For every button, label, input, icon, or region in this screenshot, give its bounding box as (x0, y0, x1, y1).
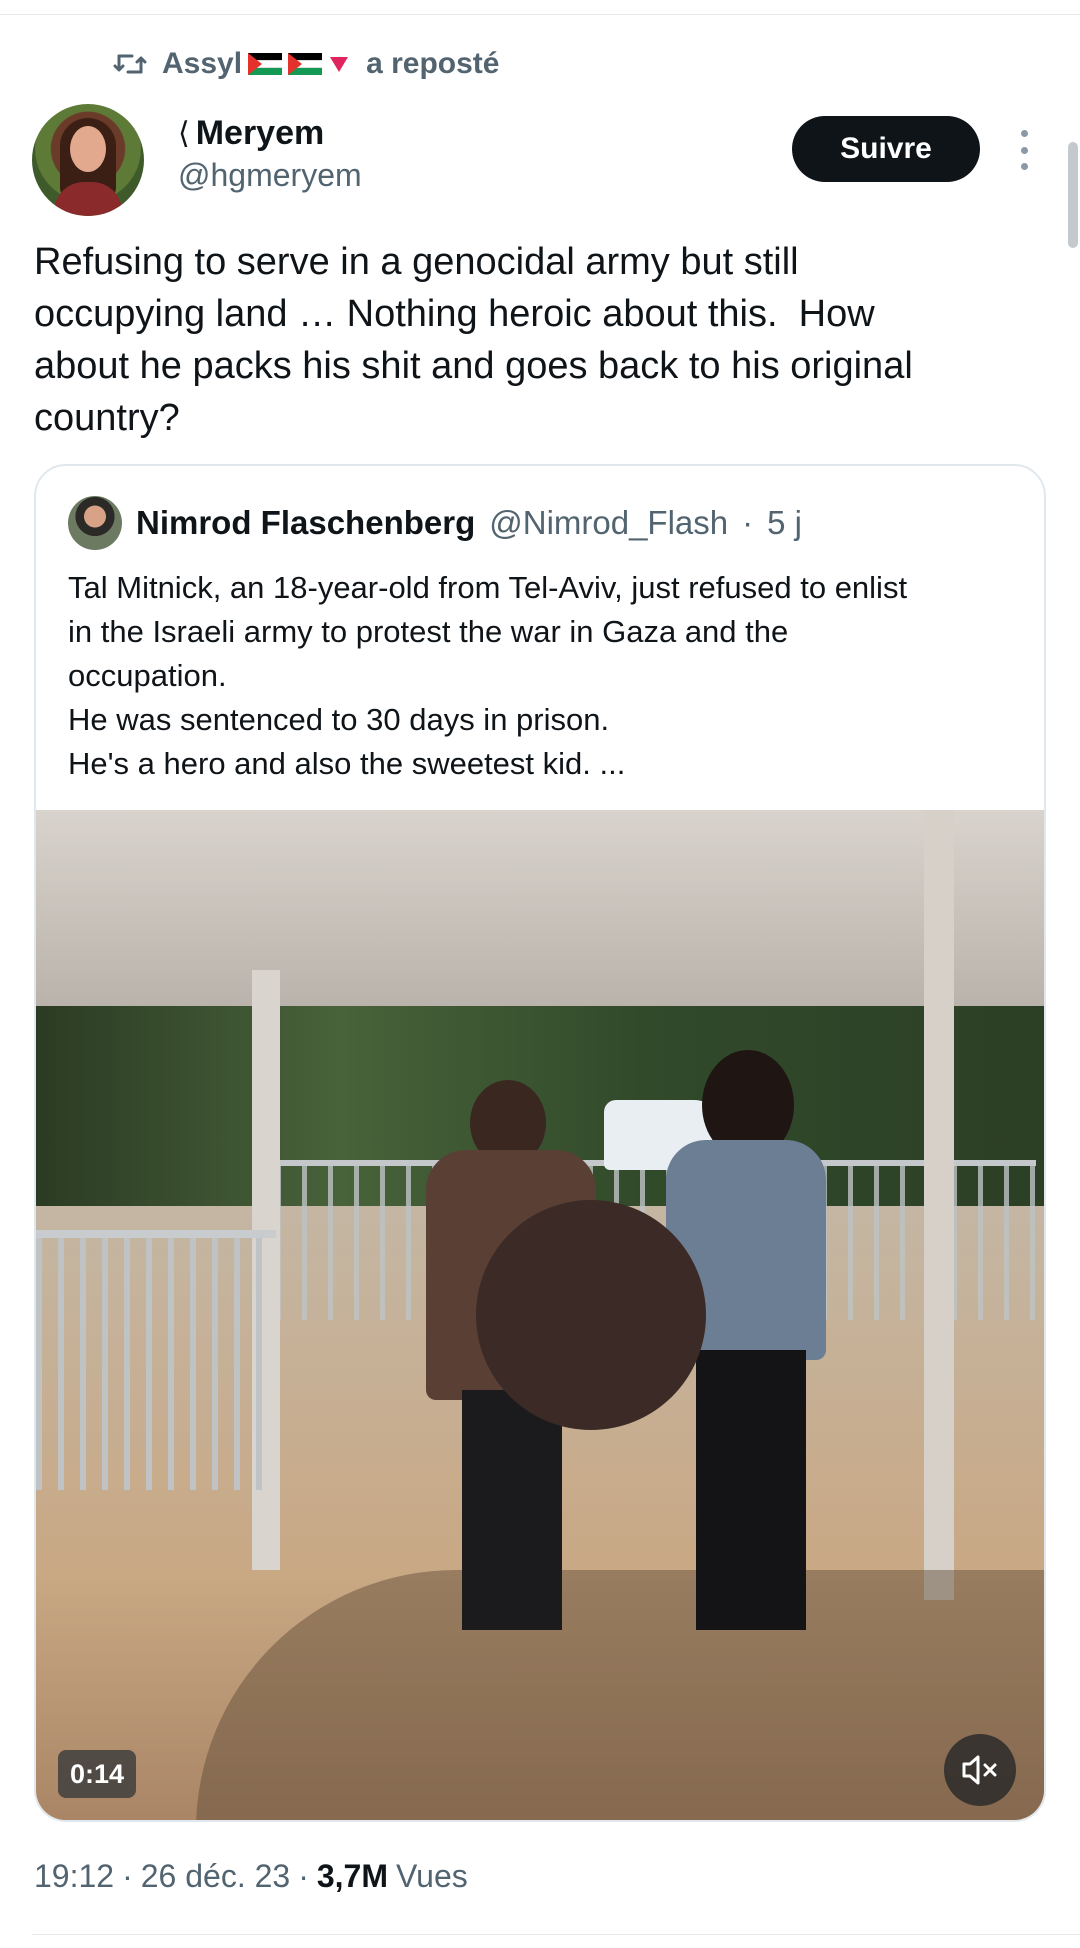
repost-user[interactable]: Assyl (162, 47, 352, 81)
quoted-text-line: occupation. (68, 658, 227, 693)
mute-button[interactable] (944, 1734, 1016, 1806)
scrollbar-thumb[interactable] (1068, 142, 1078, 248)
video-scene-tent (36, 810, 1044, 1006)
views-count[interactable]: 3,7M (317, 1858, 388, 1895)
video-scene-barrier (36, 1230, 276, 1490)
retweet-icon (113, 54, 147, 74)
quoted-tweet-card[interactable]: Nimrod Flaschenberg @Nimrod_Flash · 5 j … (34, 464, 1046, 1822)
flag-icon (288, 53, 323, 75)
tweet-meta: 19:12 · 26 déc. 23 · 3,7M Vues (34, 1858, 468, 1895)
quoted-tweet-header: Nimrod Flaschenberg @Nimrod_Flash · 5 j (68, 496, 802, 550)
red-triangle-icon (330, 56, 349, 72)
quoted-text-line: Tal Mitnick, an 18-year-old from Tel-Avi… (68, 570, 908, 605)
video-scene-pole (924, 810, 954, 1600)
author-name: Meryem (195, 114, 325, 152)
repost-label: a reposté (366, 47, 500, 80)
repost-context[interactable]: Assyl a reposté (112, 42, 499, 86)
quoted-author-handle: @Nimrod_Flash (489, 504, 729, 541)
separator-dot: · (298, 1858, 309, 1894)
author-name-row: ⟨ Meryem (178, 114, 362, 153)
quoted-text-line: in the Israeli army to protest the war i… (68, 614, 789, 649)
video-duration: 0:14 (58, 1750, 137, 1798)
flag-icon (248, 53, 283, 75)
tweet-date: 26 déc. 23 (140, 1858, 291, 1894)
separator-dot: · (122, 1858, 133, 1894)
video-scene-shadow (196, 1570, 1044, 1820)
quoted-text-line: He's a hero and also the sweetest kid. .… (68, 746, 626, 781)
tweet-text: Refusing to serve in a genocidal army bu… (34, 241, 913, 439)
video-scene-bag (476, 1200, 706, 1430)
quoted-text-line: He was sentenced to 30 days in prison. (68, 702, 610, 737)
bottom-divider (32, 1934, 1080, 1935)
author-info[interactable]: ⟨ Meryem @hgmeryem (178, 114, 362, 194)
tweet-time: 19:12 (34, 1858, 115, 1894)
top-divider (0, 14, 1080, 15)
separator-dot: · (742, 504, 754, 541)
follow-button[interactable]: Suivre (792, 116, 980, 182)
author-avatar[interactable] (32, 104, 144, 216)
video-player[interactable]: 0:14 (36, 810, 1044, 1820)
name-glyph-icon: ⟨ (178, 117, 190, 150)
quoted-author-name: Nimrod Flaschenberg (136, 504, 476, 541)
views-label: Vues (395, 1858, 468, 1894)
repost-user-name: Assyl (162, 47, 243, 80)
quoted-tweet-time: 5 j (767, 504, 802, 541)
quoted-author-avatar[interactable] (68, 496, 122, 550)
author-handle: @hgmeryem (178, 157, 362, 193)
more-vertical-icon[interactable] (1012, 130, 1036, 170)
quoted-tweet-text: Tal Mitnick, an 18-year-old from Tel-Avi… (68, 566, 1018, 786)
speaker-muted-icon (962, 1755, 997, 1785)
